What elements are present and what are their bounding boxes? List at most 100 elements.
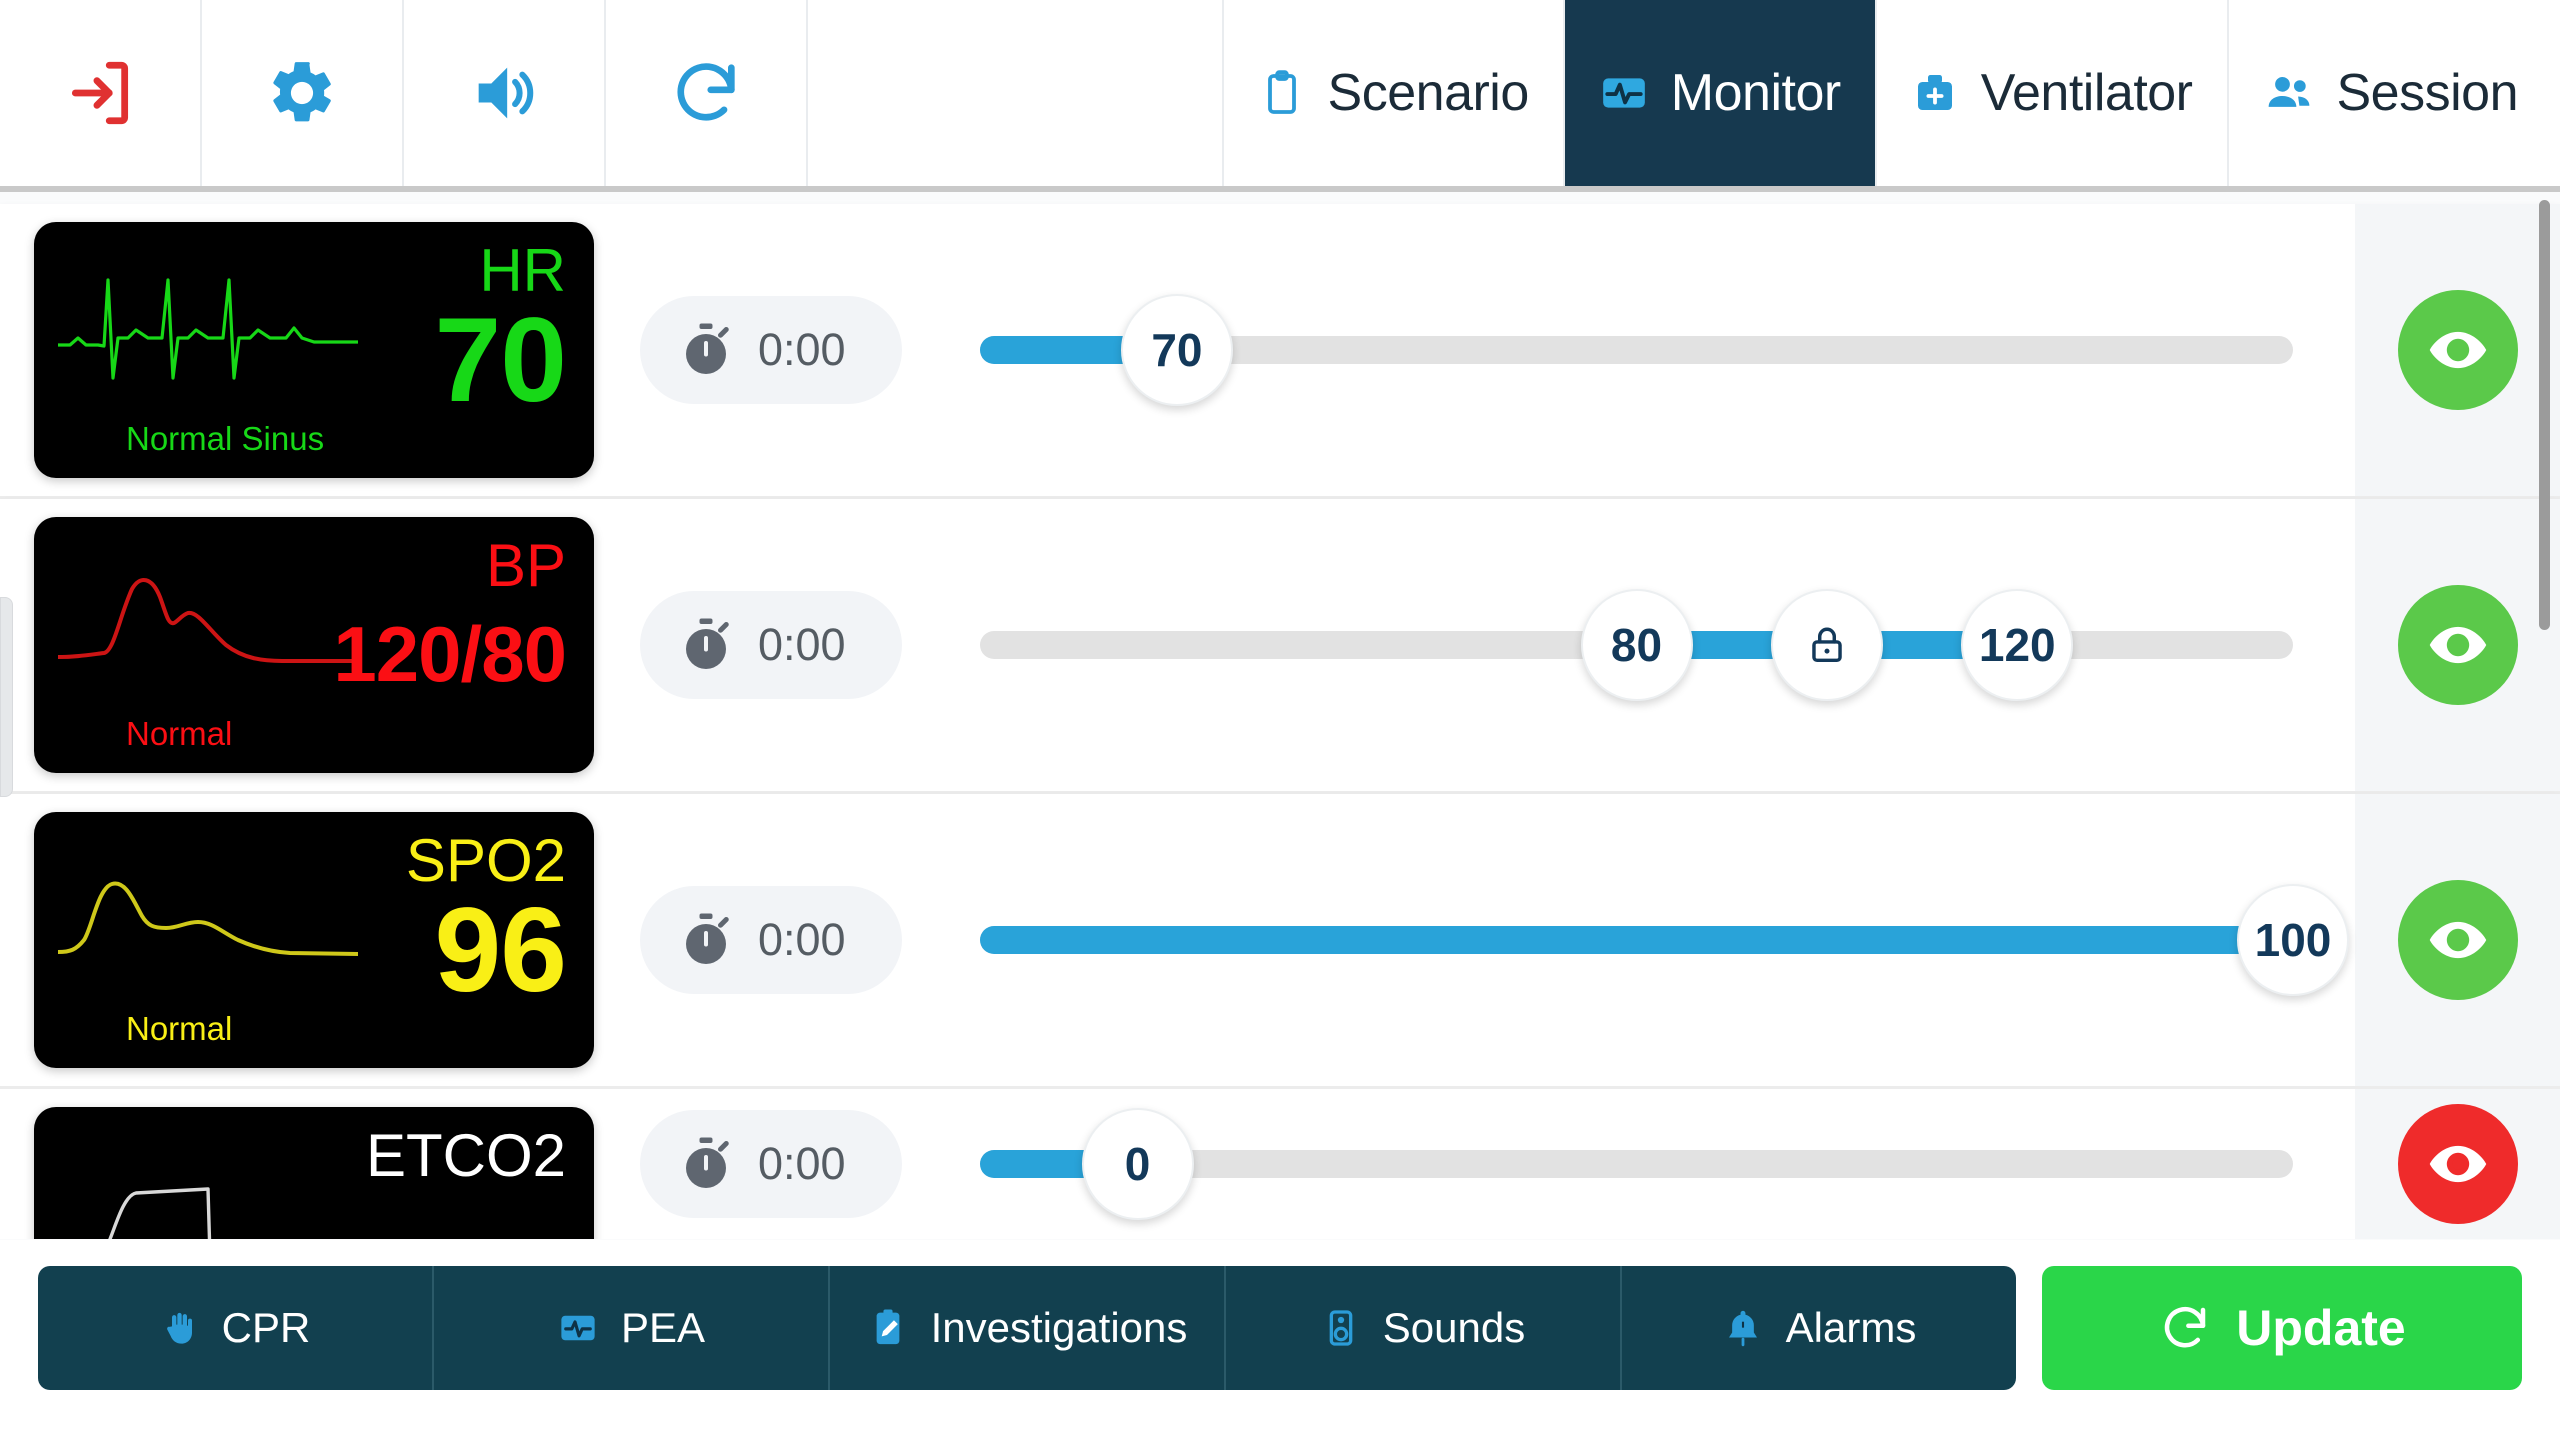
medical-bag-icon <box>1911 69 1959 117</box>
timer-chip-spo2[interactable]: 0:00 <box>640 886 902 994</box>
refresh-icon <box>2158 1301 2212 1355</box>
slider-thumb-bp-lock[interactable] <box>1770 589 1883 701</box>
clipboard-pencil-icon <box>867 1307 909 1349</box>
pea-button-label: PEA <box>620 1304 706 1351</box>
alarms-button-label: Alarms <box>1785 1304 1917 1351</box>
investigations-button-label: Investigations <box>930 1304 1188 1351</box>
slider-thumb-bp-diastolic-value: 80 <box>1610 619 1663 671</box>
eye-icon <box>2426 908 2490 972</box>
vital-status-bp: Normal <box>126 715 233 752</box>
slider-zone-bp: 0:00 80 120 <box>594 499 2355 791</box>
app-header: Scenario Monitor Ventilator Session <box>0 0 2560 192</box>
slider-thumb-bp-diastolic[interactable]: 80 <box>1580 589 1693 701</box>
clipboard-icon <box>1258 69 1306 117</box>
sounds-button[interactable]: Sounds <box>1226 1266 1622 1390</box>
lock-icon <box>1804 622 1850 668</box>
volume-icon <box>466 55 542 131</box>
vitals-scroll-area[interactable]: Normal Sinus HR 70 0:00 70 Normal BP 120… <box>0 192 2560 1240</box>
refresh-icon <box>668 55 744 131</box>
timer-value-hr: 0:00 <box>758 324 846 375</box>
vital-row-bp: Normal BP 120/80 0:00 80 120 <box>0 499 2560 794</box>
visibility-toggle-spo2[interactable] <box>2397 880 2518 1000</box>
visibility-toggle-etco2[interactable] <box>2397 1104 2518 1224</box>
cpr-button[interactable]: CPR <box>38 1266 434 1390</box>
slider-zone-hr: 0:00 70 <box>594 204 2355 496</box>
monitor-waveform-icon <box>557 1307 599 1349</box>
slider-spo2[interactable]: 100 <box>980 870 2349 1010</box>
arterial-waveform <box>58 545 358 695</box>
header-tabs: Scenario Monitor Ventilator Session <box>1223 0 2560 186</box>
slider-hr[interactable]: 70 <box>980 280 2293 420</box>
visibility-toggle-hr[interactable] <box>2397 290 2518 410</box>
tab-scenario[interactable]: Scenario <box>1223 0 1565 186</box>
vital-row-hr: Normal Sinus HR 70 0:00 70 <box>0 204 2560 499</box>
eye-icon <box>2426 613 2490 677</box>
slider-thumb-hr[interactable]: 70 <box>1120 294 1233 406</box>
hand-icon <box>160 1308 200 1348</box>
update-button[interactable]: Update <box>2042 1266 2522 1390</box>
timer-value-etco2: 0:00 <box>758 1138 846 1189</box>
exit-icon <box>63 56 137 130</box>
vital-label-etco2: ETCO2 <box>365 1122 566 1189</box>
investigations-button[interactable]: Investigations <box>830 1266 1226 1390</box>
action-button-bar: CPR PEA Investigations Sounds Alarms <box>38 1266 2016 1390</box>
vital-card-etco2[interactable]: ETCO2 <box>34 1107 594 1239</box>
people-icon <box>2263 67 2315 119</box>
slider-thumb-etco2[interactable]: 0 <box>1081 1108 1194 1220</box>
slider-thumb-spo2[interactable]: 100 <box>2237 884 2349 996</box>
slider-zone-etco2: 0:00 0 <box>594 1089 2355 1239</box>
vital-value-bp: 120/80 <box>333 610 567 698</box>
tab-monitor[interactable]: Monitor <box>1564 0 1877 186</box>
alarms-button[interactable]: Alarms <box>1622 1266 2016 1390</box>
visibility-zone-hr <box>2355 204 2560 496</box>
bell-icon <box>1722 1307 1764 1349</box>
visibility-zone-etco2 <box>2355 1089 2560 1239</box>
stopwatch-icon <box>676 1134 736 1194</box>
sounds-button-label: Sounds <box>1382 1304 1526 1351</box>
monitor-waveform-icon <box>1599 68 1649 118</box>
slider-bp[interactable]: 80 120 <box>980 575 2293 715</box>
tab-ventilator[interactable]: Ventilator <box>1876 0 2229 186</box>
visibility-zone-spo2 <box>2355 794 2560 1086</box>
timer-chip-etco2[interactable]: 0:00 <box>640 1110 902 1218</box>
vital-status-spo2: Normal <box>126 1010 233 1047</box>
vertical-scrollbar[interactable] <box>2539 200 2550 630</box>
timer-value-bp: 0:00 <box>758 619 846 670</box>
vital-row-etco2: ETCO2 0:00 0 <box>0 1089 2560 1239</box>
vital-value-hr: 70 <box>434 293 567 427</box>
pea-button[interactable]: PEA <box>434 1266 830 1390</box>
vital-status-hr: Normal Sinus <box>126 420 325 457</box>
vital-card-spo2[interactable]: Normal SPO2 96 <box>34 812 594 1068</box>
left-drawer-handle[interactable] <box>0 597 13 797</box>
refresh-button[interactable] <box>606 0 808 186</box>
vital-card-bp[interactable]: Normal BP 120/80 <box>34 517 594 773</box>
stopwatch-icon <box>676 320 736 380</box>
ecg-waveform <box>58 250 358 400</box>
settings-gear-icon <box>265 56 339 130</box>
eye-slash-icon <box>2426 1132 2490 1196</box>
tab-session-label: Session <box>2336 64 2519 122</box>
exit-button[interactable] <box>0 0 202 186</box>
pleth-waveform <box>58 840 358 990</box>
app-root: Scenario Monitor Ventilator Session Norm… <box>0 0 2560 1440</box>
update-button-label: Update <box>2236 1300 2406 1356</box>
bottom-toolbar: CPR PEA Investigations Sounds Alarms Upd… <box>0 1240 2560 1440</box>
timer-chip-bp[interactable]: 0:00 <box>640 591 902 699</box>
volume-button[interactable] <box>404 0 606 186</box>
tab-scenario-label: Scenario <box>1327 64 1530 122</box>
stopwatch-icon <box>676 910 736 970</box>
timer-chip-hr[interactable]: 0:00 <box>640 296 902 404</box>
visibility-zone-bp <box>2355 499 2560 791</box>
vital-row-spo2: Normal SPO2 96 0:00 100 <box>0 794 2560 1089</box>
settings-button[interactable] <box>202 0 404 186</box>
slider-thumb-hr-value: 70 <box>1151 324 1203 376</box>
tab-session[interactable]: Session <box>2228 0 2560 186</box>
header-spacer <box>808 0 1224 186</box>
slider-zone-spo2: 0:00 100 <box>594 794 2355 1086</box>
vital-card-hr[interactable]: Normal Sinus HR 70 <box>34 222 594 478</box>
slider-etco2[interactable]: 0 <box>980 1094 2293 1234</box>
slider-thumb-bp-systolic[interactable]: 120 <box>1961 589 2074 701</box>
visibility-toggle-bp[interactable] <box>2397 585 2518 705</box>
slider-fill-spo2 <box>980 926 2293 954</box>
capnography-waveform <box>58 1135 358 1239</box>
